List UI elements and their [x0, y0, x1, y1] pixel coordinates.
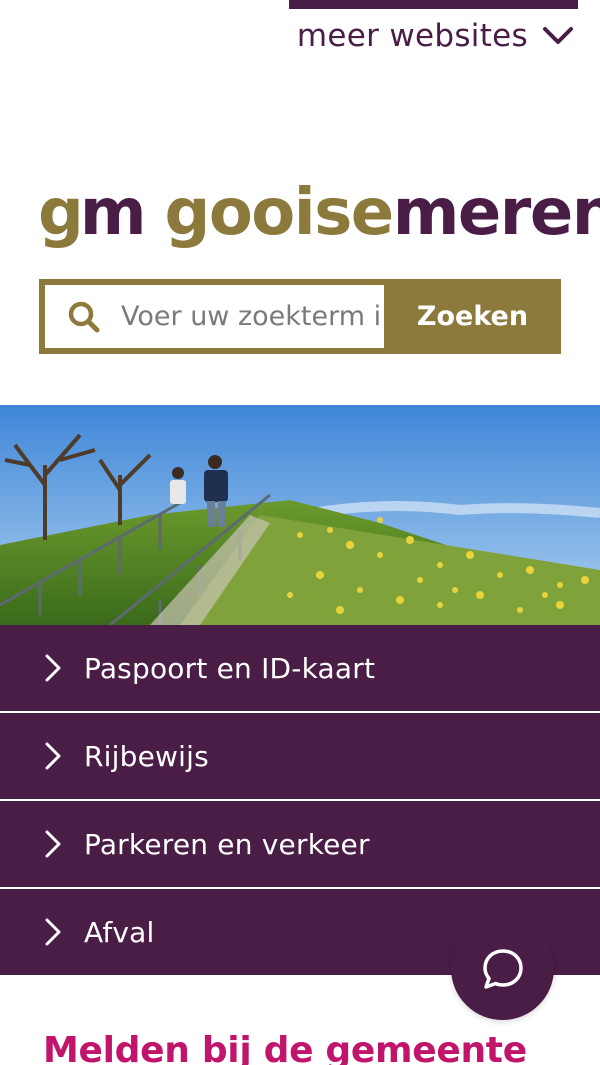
- search-button[interactable]: Zoeken: [384, 279, 561, 354]
- hero-image: [0, 405, 600, 625]
- menu-item-paspoort[interactable]: Paspoort en ID-kaart: [0, 625, 600, 713]
- chevron-right-icon: [45, 830, 61, 858]
- menu-item-label: Rijbewijs: [84, 739, 209, 773]
- search-icon: [68, 301, 100, 332]
- more-websites-label: meer websites: [296, 18, 528, 54]
- logo-mark: gm: [38, 176, 146, 250]
- chevron-right-icon: [45, 918, 61, 946]
- search-form: Zoeken: [39, 279, 561, 354]
- search-input[interactable]: [121, 301, 383, 332]
- chevron-right-icon: [45, 742, 61, 770]
- gooise-meren-logo[interactable]: gm gooisemeren: [38, 150, 600, 245]
- chat-bubble-icon: [482, 948, 523, 989]
- chevron-right-icon: [45, 654, 61, 682]
- top-accent-bar: [289, 0, 578, 9]
- more-websites-toggle[interactable]: meer websites: [297, 18, 574, 54]
- menu-item-parkeren[interactable]: Parkeren en verkeer: [0, 801, 600, 889]
- menu-item-rijbewijs[interactable]: Rijbewijs: [0, 713, 600, 801]
- chat-button[interactable]: [451, 917, 554, 1020]
- chevron-down-icon: [543, 27, 573, 44]
- menu-item-label: Paspoort en ID-kaart: [84, 651, 376, 685]
- search-field-wrapper: [45, 285, 384, 348]
- logo-wordmark: gooisemeren: [164, 176, 600, 250]
- section-heading-melden: Melden bij de gemeente: [43, 1030, 527, 1065]
- menu-item-label: Afval: [84, 915, 155, 949]
- menu-item-label: Parkeren en verkeer: [84, 827, 370, 861]
